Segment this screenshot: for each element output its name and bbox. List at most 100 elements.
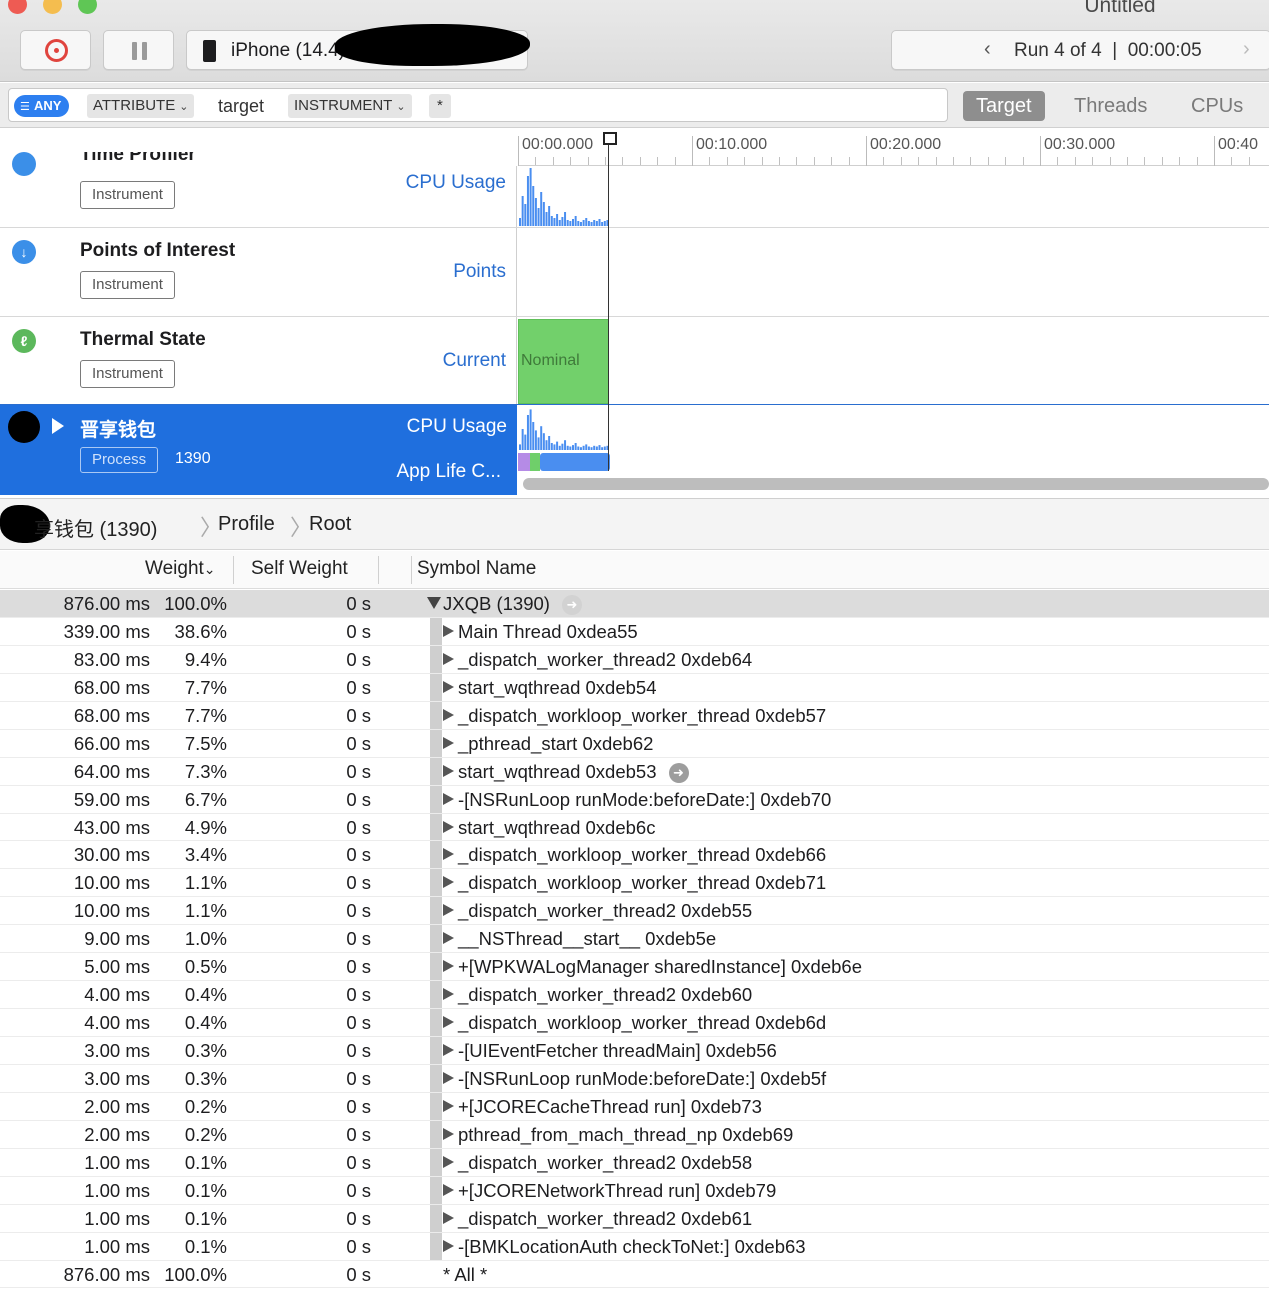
segment-cpus[interactable]: CPUs [1191,91,1243,121]
pause-button[interactable] [103,30,174,70]
disclosure-triangle-icon[interactable] [443,1239,454,1252]
table-row[interactable]: 4.00 ms 0.4% 0 s _dispatch_workloop_worker_… [0,1009,1269,1037]
table-row[interactable]: 43.00 ms 4.9% 0 s start_wqthread 0xdeb6c [0,813,1269,842]
flag-icon[interactable] [603,132,617,145]
disclosure-triangle-icon[interactable] [443,1044,454,1056]
breadcrumb-profile[interactable]: Profile [218,513,275,536]
disclosure-triangle-icon[interactable] [443,708,454,721]
table-row[interactable]: 68.00 ms 7.7% 0 s _dispatch_workloop_worker… [0,701,1269,730]
self-weight-value: 0 s [346,1179,371,1201]
breadcrumb-root[interactable]: Root [309,513,351,536]
zoom-window-button[interactable] [78,0,97,14]
ruler-minor-tick [1196,157,1198,165]
track-thermal-state[interactable]: ℓ Thermal State Instrument Current Nomin… [0,317,1269,405]
symbol-cell: start_wqthread 0xdeb54 [443,677,657,699]
ruler-minor-tick [1022,157,1024,165]
column-weight[interactable]: Weight⌄ [145,558,216,580]
disclosure-triangle-icon[interactable] [427,597,441,609]
cpu-bar [590,222,593,226]
timeline-ruler[interactable]: 00:00.000 00:10.000 00:20.000 00:30.000 … [518,128,1269,166]
any-filter-token[interactable]: ☰ ANY [14,95,70,117]
wildcard-token[interactable]: * [429,94,451,118]
disclosure-triangle-icon[interactable] [443,988,454,1001]
symbol-name: JXQB (1390) [443,593,550,614]
table-row[interactable]: 59.00 ms 6.7% 0 s -[NSRunLoop runMode:befor… [0,785,1269,814]
disclosure-triangle-icon[interactable] [443,820,454,833]
cpu-bar [558,220,561,226]
filter-field[interactable]: ☰ ANY ATTRIBUTE ⌄ target INSTRUMENT ⌄ * [8,88,948,122]
disclosure-triangle-icon[interactable] [443,1016,454,1029]
disclosure-triangle-icon[interactable] [52,418,64,434]
table-row[interactable]: 64.00 ms 7.3% 0 s start_wqthread 0xdeb53 ➜ [0,757,1269,786]
disclosure-triangle-icon[interactable] [443,680,454,693]
close-window-button[interactable] [8,0,27,14]
table-row[interactable]: 3.00 ms 0.3% 0 s -[UIEventFetcher threadMai… [0,1037,1269,1065]
table-row[interactable]: 68.00 ms 7.7% 0 s start_wqthread 0xdeb54 [0,673,1269,702]
record-button[interactable] [20,30,91,70]
table-row[interactable]: 66.00 ms 7.5% 0 s _pthread_start 0xdeb62 [0,729,1269,758]
table-row[interactable]: 10.00 ms 1.1% 0 s _dispatch_workloop_worker… [0,869,1269,898]
symbol-cell: _dispatch_worker_thread2 0xdeb58 [443,1152,752,1174]
table-row[interactable]: 1.00 ms 0.1% 0 s -[BMKLocationAuth checkToN… [0,1232,1269,1261]
table-row[interactable]: 1.00 ms 0.1% 0 s _dispatch_worker_thread2 0… [0,1204,1269,1233]
table-row[interactable]: 30.00 ms 3.4% 0 s _dispatch_workloop_worker… [0,841,1269,870]
ruler-minor-tick [1248,157,1250,165]
table-row[interactable]: 4.00 ms 0.4% 0 s _dispatch_worker_thread2 0… [0,981,1269,1010]
symbol-name: -[NSRunLoop runMode:beforeDate:] 0xdeb70 [458,788,832,810]
segment-threads[interactable]: Threads [1074,91,1147,121]
table-row[interactable]: 339.00 ms 38.6% 0 s Main Thread 0xdea55 [0,617,1269,646]
disclosure-triangle-icon[interactable] [443,1211,454,1224]
disclosure-triangle-icon[interactable] [443,960,454,973]
ruler-minor-tick [1127,157,1128,165]
disclosure-triangle-icon[interactable] [443,736,454,749]
tree-indent-guide [430,1064,442,1092]
table-row[interactable]: 876.00 ms 100.0% 0 s JXQB (1390) ➜ [0,590,1269,618]
go-arrow-icon[interactable]: ➜ [561,595,582,615]
column-symbol-name[interactable]: Symbol Name [417,558,536,580]
horizontal-scrollbar[interactable] [523,478,1269,490]
table-row[interactable]: 83.00 ms 9.4% 0 s _dispatch_worker_thread2 … [0,645,1269,674]
table-row[interactable]: 2.00 ms 0.2% 0 s +[JCORECacheThread run] 0x… [0,1092,1269,1121]
track-process[interactable]: 晋享钱包 Process 1390 CPU Usage App Life C..… [0,405,517,495]
table-row[interactable]: 5.00 ms 0.5% 0 s +[WPKWALogManager sharedIn… [0,953,1269,982]
instrument-token[interactable]: INSTRUMENT ⌄ [288,94,412,118]
table-row[interactable]: 9.00 ms 1.0% 0 s __NSThread__start__ 0xdeb5… [0,925,1269,954]
disclosure-triangle-icon[interactable] [443,932,454,945]
ruler-minor-tick [883,157,885,165]
next-run-button[interactable]: › [1243,38,1250,61]
segment-target[interactable]: Target [963,91,1045,121]
disclosure-triangle-icon[interactable] [443,1155,454,1168]
table-row[interactable]: 876.00 ms 100.0% 0 s * All * [0,1261,1269,1289]
disclosure-triangle-icon[interactable] [443,1071,454,1084]
disclosure-triangle-icon[interactable] [443,1127,454,1140]
previous-run-button[interactable]: ‹ [984,38,991,61]
disclosure-triangle-icon[interactable] [443,1099,454,1112]
disclosure-triangle-icon[interactable] [443,652,454,665]
playhead[interactable] [608,136,609,471]
ruler-minor-tick [605,157,606,165]
go-arrow-icon[interactable]: ➜ [668,762,689,783]
disclosure-triangle-icon[interactable] [443,792,454,805]
table-row[interactable]: 1.00 ms 0.1% 0 s _dispatch_worker_thread2 0… [0,1148,1269,1177]
weight-value: 339.00 ms [63,620,150,642]
table-row[interactable]: 1.00 ms 0.1% 0 s +[JCORENetworkThread run] … [0,1176,1269,1205]
target-text[interactable]: target [218,94,264,118]
attribute-token[interactable]: ATTRIBUTE ⌄ [87,94,195,118]
minimize-window-button[interactable] [43,0,62,14]
disclosure-triangle-icon[interactable] [443,876,454,889]
table-row[interactable]: 3.00 ms 0.3% 0 s -[NSRunLoop runMode:before… [0,1064,1269,1093]
ruler-tick: 00:30.000 [1040,136,1115,166]
disclosure-triangle-icon[interactable] [443,848,454,861]
table-row[interactable]: 10.00 ms 1.1% 0 s _dispatch_worker_thread2 … [0,897,1269,926]
track-time-profiler[interactable]: Time Profiler Instrument CPU Usage [0,152,1269,228]
disclosure-triangle-icon[interactable] [443,624,454,637]
breadcrumb-process[interactable]: 享钱包 (1390) [34,513,157,542]
table-row[interactable]: 2.00 ms 0.2% 0 s pthread_from_mach_thread_n… [0,1120,1269,1149]
disclosure-triangle-icon[interactable] [443,764,454,777]
run-navigator[interactable]: ‹ Run 4 of 4 | 00:00:05 › [891,30,1269,70]
track-points-of-interest[interactable]: ↓ Points of Interest Instrument Points [0,228,1269,317]
cpu-bar [542,433,545,450]
disclosure-triangle-icon[interactable] [443,1183,454,1196]
disclosure-triangle-icon[interactable] [443,904,454,917]
column-self-weight[interactable]: Self Weight [251,558,348,580]
